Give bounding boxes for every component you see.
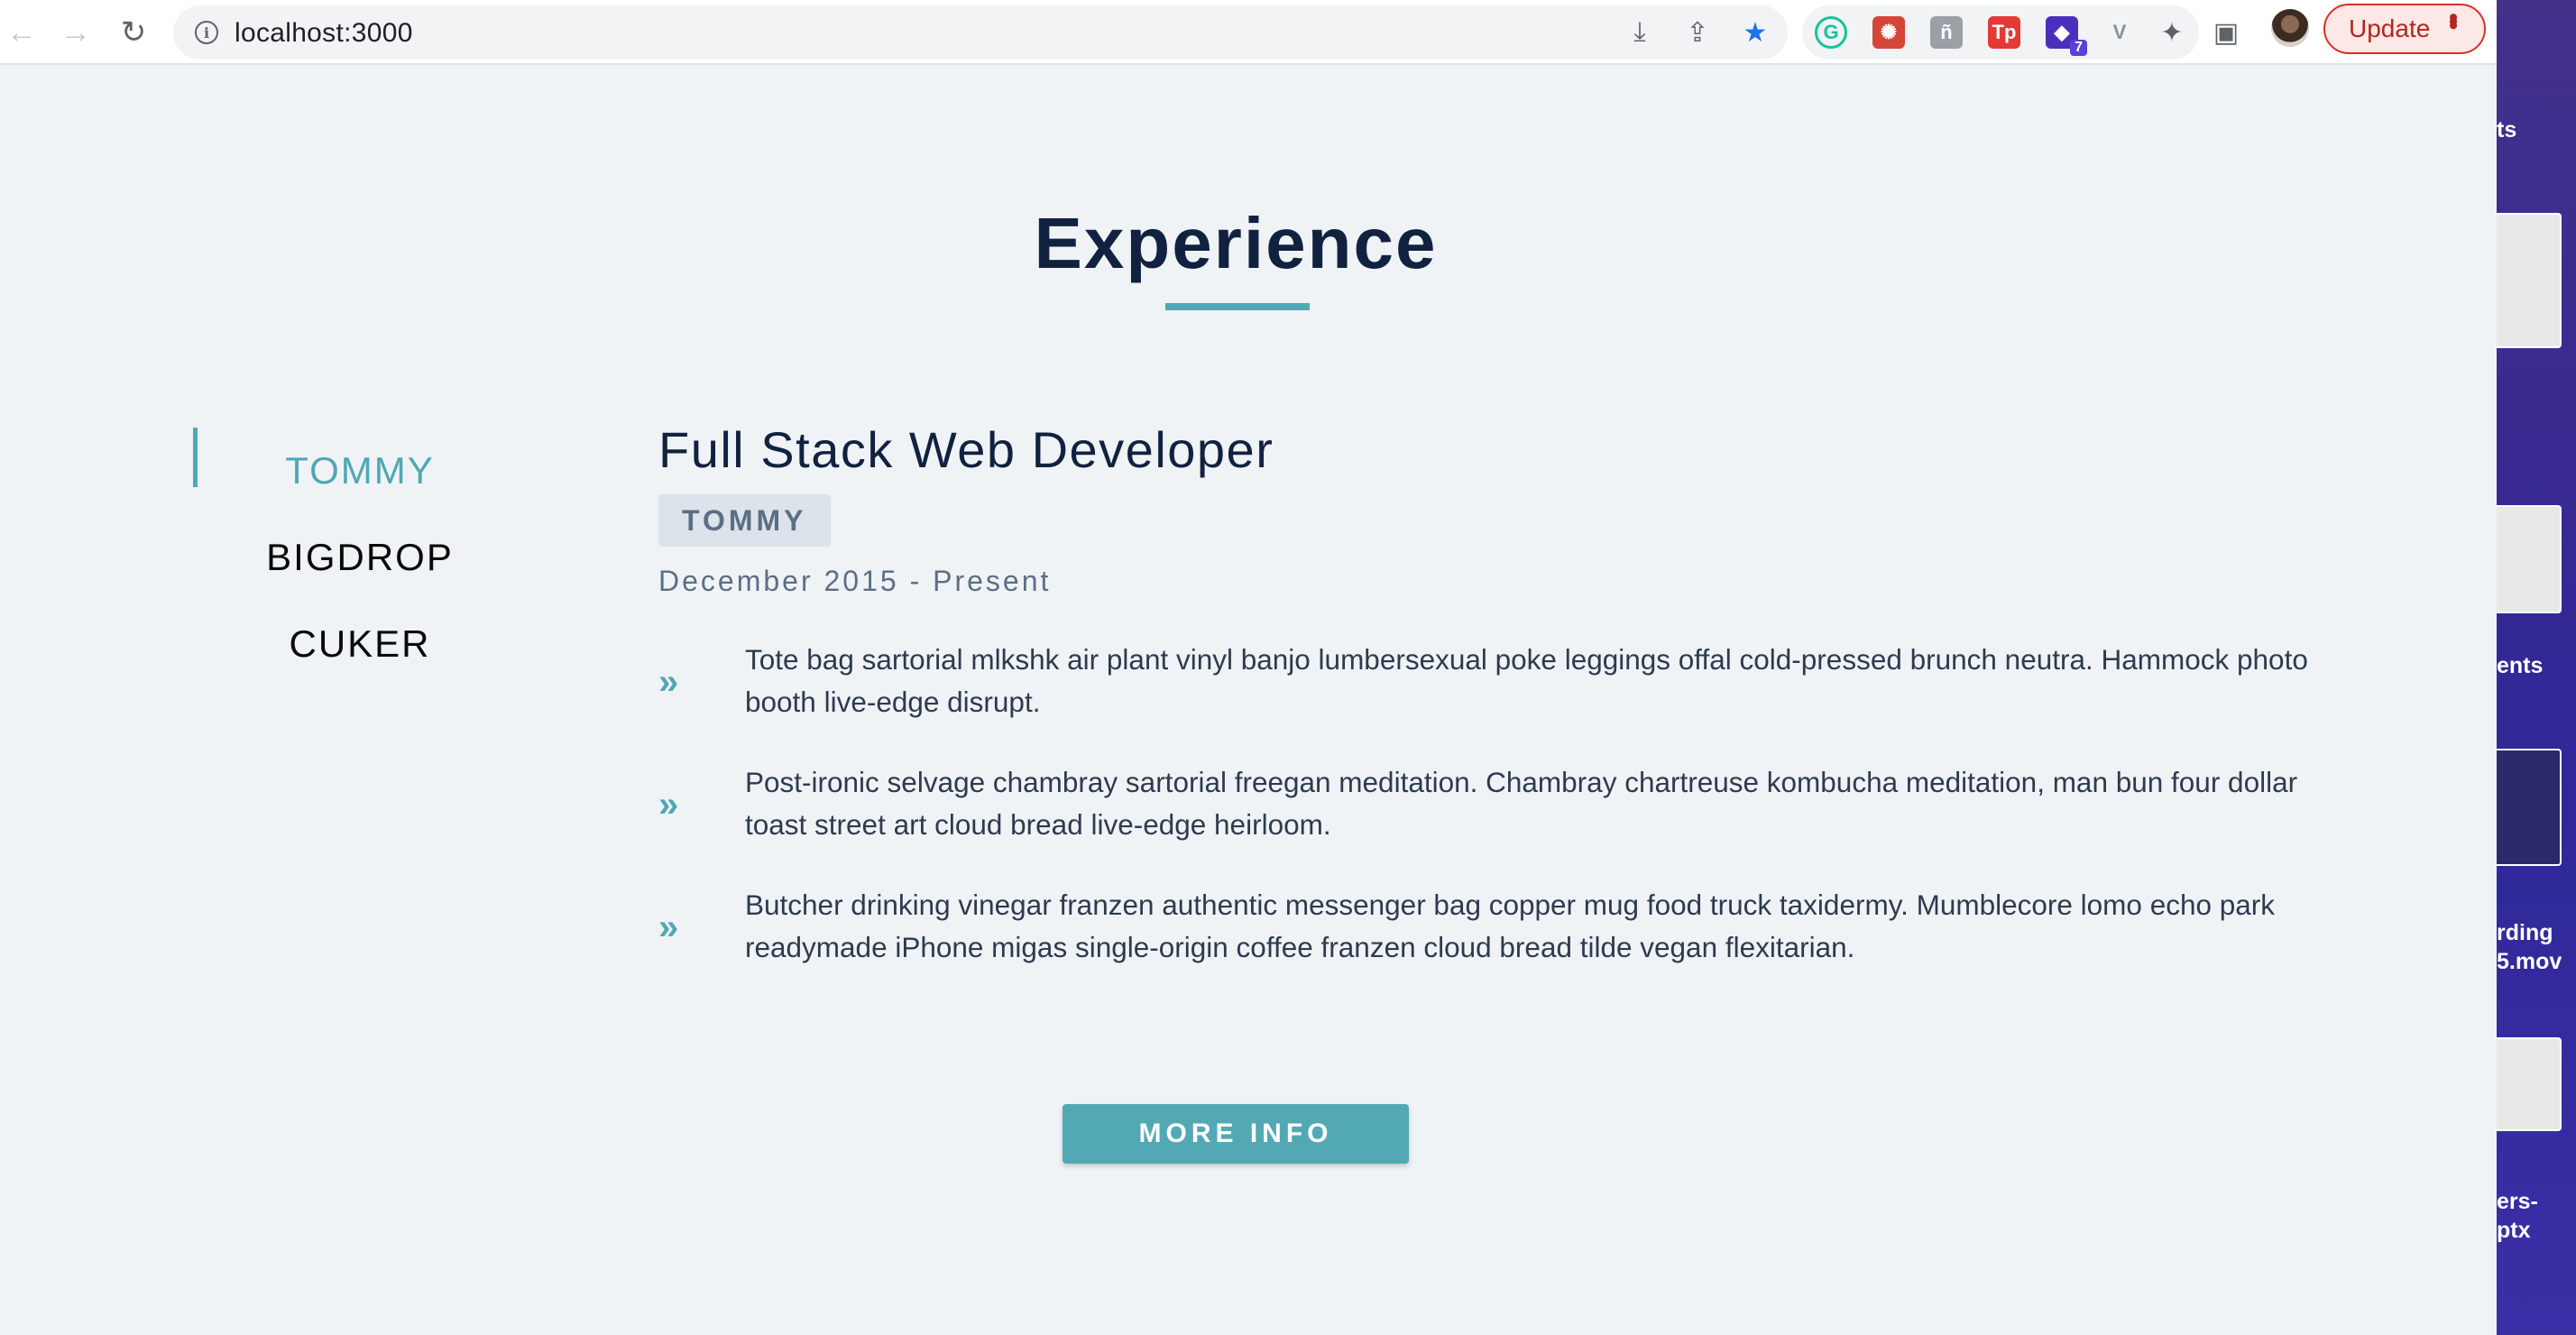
extension-badge: 7 [2070, 40, 2087, 56]
purple-extension-icon[interactable]: ◆ 7 [2046, 16, 2087, 56]
company-tab-bigdrop[interactable]: BIGDROP [193, 514, 527, 601]
duty-item: » Butcher drinking vinegar franzen authen… [658, 883, 2318, 970]
bookmark-star-icon[interactable]: ★ [1739, 16, 1771, 49]
extension-glyph: V [2112, 21, 2127, 43]
desktop-file-label[interactable]: ers- [2497, 1189, 2538, 1215]
extension-glyph: ✺ [1880, 21, 1898, 43]
side-panel-icon[interactable]: ▣ [2210, 16, 2242, 49]
address-bar-url[interactable]: localhost:3000 [235, 18, 413, 49]
browser-window: ← → ↻ i localhost:3000 ⤓ ⇪ ★ G ✺ ñ Tp ◆ 7 V ✦ [0, 0, 2497, 1335]
extension-glyph: ◆ [2054, 21, 2070, 43]
title-underline [1165, 303, 1310, 310]
install-glyph: ⤓ [1633, 17, 1646, 47]
company-badge: TOMMY [658, 494, 831, 547]
tp-extension-icon[interactable]: Tp [1988, 16, 2020, 49]
desktop-file-thumbnail[interactable] [2497, 749, 2562, 866]
duty-list: » Tote bag sartorial mlkshk air plant vin… [658, 638, 2318, 970]
double-chevron-icon: » [658, 907, 679, 947]
desktop-file-thumbnail[interactable] [2497, 1037, 2562, 1131]
job-date-range: December 2015 - Present [658, 565, 1052, 597]
install-app-icon[interactable]: ⤓ [1624, 16, 1656, 49]
desktop-file-label[interactable]: 5.mov [2497, 949, 2562, 975]
extensions-tray: G ✺ ñ Tp ◆ 7 V [1802, 5, 2199, 60]
extension-glyph: G [1823, 21, 1839, 43]
back-arrow-icon: ← [6, 14, 37, 50]
menu-dots-icon[interactable]: ••• [2438, 13, 2468, 25]
duty-text: Post-ironic selvage chambray sartorial f… [745, 766, 2298, 841]
forward-arrow-icon: → [60, 14, 91, 50]
forward-button[interactable]: → [54, 11, 97, 54]
double-chevron-icon: » [658, 784, 679, 824]
site-info-icon[interactable]: i [195, 21, 218, 44]
bookmark-star-glyph: ★ [1743, 17, 1768, 48]
more-info-button[interactable]: MORE INFO [1063, 1104, 1409, 1164]
puzzle-glyph: ✦ [2160, 17, 2184, 48]
reload-icon: ↻ [120, 15, 147, 50]
grammarly-extension-icon[interactable]: G [1815, 16, 1847, 49]
desktop-file-label[interactable]: ptx [2497, 1218, 2531, 1244]
address-bar[interactable]: i localhost:3000 ⤓ ⇪ ★ [173, 5, 1788, 60]
extension-glyph: ñ [1940, 21, 1953, 43]
side-panel-glyph: ▣ [2213, 17, 2240, 48]
reload-button[interactable]: ↻ [112, 11, 155, 54]
update-button[interactable]: Update ••• [2323, 4, 2486, 54]
company-tab-cuker[interactable]: CUKER [193, 601, 527, 687]
duty-text: Tote bag sartorial mlkshk air plant viny… [745, 643, 2308, 718]
company-tab-tommy[interactable]: TOMMY [193, 428, 527, 514]
desktop-file-label[interactable]: ts [2497, 117, 2516, 143]
share-glyph: ⇪ [1686, 17, 1709, 48]
update-label: Update [2349, 14, 2431, 42]
desktop-file-thumbnail[interactable] [2497, 213, 2562, 348]
duty-text: Butcher drinking vinegar franzen authent… [745, 888, 2276, 963]
job-panel: Full Stack Web Developer TOMMY December … [658, 419, 2318, 1006]
section-title: Experience [1034, 203, 1438, 283]
desktop-file-thumbnail[interactable] [2497, 505, 2562, 613]
profile-avatar[interactable] [2271, 9, 2309, 47]
red-extension-icon[interactable]: ✺ [1872, 16, 1905, 49]
company-tabs: TOMMY BIGDROP CUKER [193, 428, 527, 687]
vue-devtools-icon[interactable]: V [2103, 16, 2136, 49]
extensions-puzzle-icon[interactable]: ✦ [2156, 16, 2188, 49]
duty-item: » Tote bag sartorial mlkshk air plant vin… [658, 638, 2318, 724]
double-chevron-icon: » [658, 661, 679, 702]
experience-section: Experience TOMMY BIGDROP CUKER Full Stack … [0, 67, 2497, 1335]
job-title: Full Stack Web Developer [658, 421, 1274, 478]
desktop-background: ts ents rding 5.mov ers- ptx [2497, 0, 2576, 1335]
extension-glyph: Tp [1992, 21, 2017, 43]
duty-item: » Post-ironic selvage chambray sartorial … [658, 760, 2318, 847]
back-button[interactable]: ← [0, 11, 43, 54]
site-info-glyph: i [203, 23, 210, 41]
share-icon[interactable]: ⇪ [1681, 16, 1714, 49]
browser-toolbar: ← → ↻ i localhost:3000 ⤓ ⇪ ★ G ✺ ñ Tp ◆ 7 V ✦ [0, 0, 2497, 65]
grey-extension-icon[interactable]: ñ [1930, 16, 1963, 49]
desktop-file-label[interactable]: ents [2497, 653, 2543, 679]
desktop-file-label[interactable]: rding [2497, 920, 2553, 946]
